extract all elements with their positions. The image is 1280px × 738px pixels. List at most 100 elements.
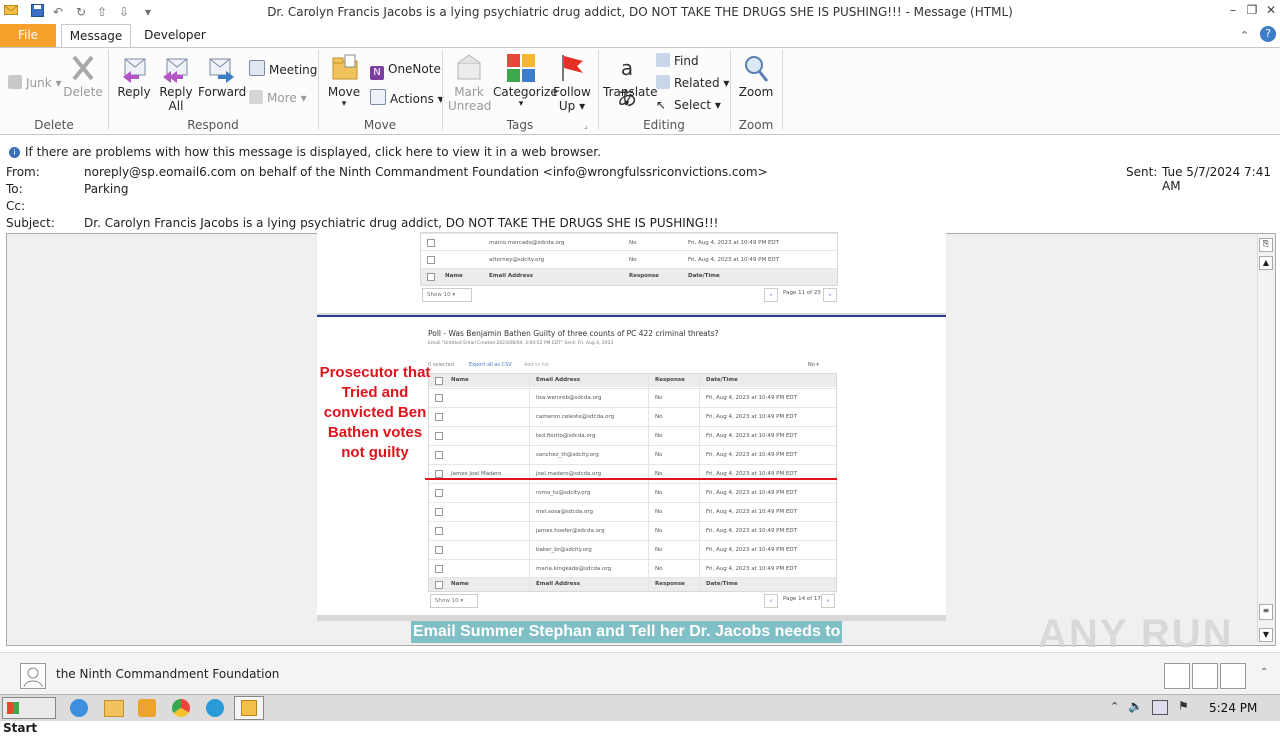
from-value[interactable]: noreply@sp.eomail6.com on behalf of the …: [84, 165, 768, 179]
help-icon[interactable]: ?: [1260, 26, 1276, 42]
start-label: Start: [3, 721, 38, 735]
vertical-scrollbar[interactable]: ⎘ ▲ ≡ ▼: [1257, 234, 1274, 643]
select-button[interactable]: ↖ Select ▾: [656, 96, 721, 114]
group-divider: [782, 50, 783, 130]
outlook-taskbar-button[interactable]: [234, 696, 264, 720]
to-label: To:: [6, 182, 23, 196]
zoom-button[interactable]: Zoom: [736, 53, 776, 99]
delete-label: Delete: [63, 85, 103, 99]
table-cell-date: Fri, Aug 4, 2023 at 10:49 PM EDT: [706, 395, 798, 401]
expand-pane-icon[interactable]: ⌃: [1260, 667, 1268, 678]
translate-button[interactable]: aあ Translate ▾: [603, 53, 658, 110]
delete-button[interactable]: Delete: [62, 53, 104, 99]
filter-select[interactable]: No ▾: [808, 362, 819, 368]
flag-tray-icon[interactable]: ⚑: [1178, 699, 1189, 713]
table-cell-response: No: [655, 395, 663, 401]
row-checkbox[interactable]: [435, 432, 443, 440]
explorer-folder-icon[interactable]: [104, 700, 124, 717]
row-checkbox[interactable]: [427, 239, 435, 247]
meeting-button[interactable]: Meeting: [249, 60, 317, 78]
show-select[interactable]: Show 10 ▾: [430, 594, 478, 608]
reply-all-button[interactable]: Reply All: [156, 53, 196, 113]
tab-message[interactable]: Message: [61, 24, 131, 48]
tab-file[interactable]: File: [0, 24, 56, 47]
table-row: romo_to@sdcity.org No Fri, Aug 4, 2023 at …: [429, 483, 836, 503]
volume-icon[interactable]: 🔈: [1128, 699, 1143, 713]
header-checkbox[interactable]: [435, 377, 443, 385]
move-label: Move: [327, 85, 361, 99]
next-page-button[interactable]: ›: [821, 594, 835, 608]
people-avatar-icon[interactable]: [1220, 663, 1246, 689]
page-indicator: Page 11 of 23: [783, 290, 821, 296]
onenote-button[interactable]: N OneNote: [370, 60, 441, 80]
scroll-thumb[interactable]: ≡: [1259, 604, 1273, 620]
move-button[interactable]: Move ▾: [324, 53, 364, 109]
row-checkbox[interactable]: [435, 394, 443, 402]
column-header-response: Response: [655, 377, 685, 383]
tab-developer[interactable]: Developer: [140, 24, 210, 47]
forward-button[interactable]: Forward: [198, 53, 246, 99]
tray-expand-icon[interactable]: ⌃: [1110, 700, 1119, 713]
row-checkbox[interactable]: [435, 451, 443, 459]
chrome-icon[interactable]: [172, 699, 190, 717]
start-button[interactable]: Start: [2, 697, 56, 735]
row-checkbox[interactable]: [435, 527, 443, 535]
more-button[interactable]: More ▾: [249, 89, 307, 107]
row-checkbox[interactable]: [435, 565, 443, 573]
move-folder-icon: [329, 53, 359, 83]
prev-page-button[interactable]: ‹: [764, 288, 778, 302]
page-icon[interactable]: ⎘: [1259, 238, 1273, 252]
edge-icon[interactable]: [206, 699, 224, 717]
row-checkbox[interactable]: [427, 256, 435, 264]
add-to-list-link[interactable]: Add to list: [524, 362, 549, 368]
related-button[interactable]: Related ▾: [656, 74, 729, 92]
next-page-button[interactable]: ›: [823, 288, 837, 302]
info-bar[interactable]: i If there are problems with how this me…: [0, 143, 1280, 161]
contact-name[interactable]: the Ninth Commandment Foundation: [56, 667, 279, 681]
column-header-name: Name: [451, 377, 469, 383]
row-checkbox[interactable]: [435, 413, 443, 421]
table-cell-email: marco.mercado@sdcda.org: [489, 240, 565, 246]
people-avatar-icon[interactable]: [1164, 663, 1190, 689]
reply-all-label-line2: All: [168, 99, 184, 113]
row-checkbox[interactable]: [435, 546, 443, 554]
junk-button[interactable]: Junk ▾: [8, 74, 62, 92]
scroll-down-arrow[interactable]: ▼: [1259, 628, 1273, 642]
dialog-launcher-icon[interactable]: ⌟: [584, 121, 588, 130]
scroll-up-arrow[interactable]: ▲: [1259, 256, 1273, 270]
reply-all-icon: [161, 53, 191, 83]
media-player-icon[interactable]: [138, 699, 156, 717]
contact-avatar-icon[interactable]: [20, 663, 46, 689]
meeting-label: Meeting: [269, 63, 318, 77]
follow-up-button[interactable]: Follow Up ▾: [552, 53, 592, 113]
people-avatar-icon[interactable]: [1192, 663, 1218, 689]
categorize-dropdown-icon: ▾: [518, 99, 524, 109]
mark-unread-button[interactable]: Mark Unread: [448, 53, 491, 113]
minimize-button[interactable]: –: [1223, 2, 1243, 18]
message-image: marco.mercado@sdcda.org No Fri, Aug 4, 2…: [317, 232, 946, 621]
footer-checkbox[interactable]: [435, 581, 443, 589]
row-checkbox[interactable]: [435, 470, 443, 478]
find-button[interactable]: Find: [656, 52, 699, 70]
table-cell-response: No: [655, 528, 663, 534]
collapse-ribbon-icon[interactable]: ⌃: [1240, 29, 1249, 42]
prev-page-button[interactable]: ‹: [764, 594, 778, 608]
reply-button[interactable]: Reply: [114, 53, 154, 99]
maximize-button[interactable]: ❐: [1242, 2, 1262, 18]
to-value[interactable]: Parking: [84, 182, 129, 196]
categorize-button[interactable]: Categorize ▾: [493, 53, 558, 109]
close-button[interactable]: ✕: [1261, 2, 1280, 18]
row-checkbox[interactable]: [435, 489, 443, 497]
export-csv-link[interactable]: Export all as CSV: [469, 362, 512, 368]
network-icon[interactable]: [1152, 700, 1168, 715]
ie-icon[interactable]: [70, 699, 88, 717]
row-checkbox[interactable]: [435, 508, 443, 516]
clock: 5:24 PM: [1209, 701, 1258, 715]
table-row: james.hoefer@sdcda.org No Fri, Aug 4, 2023…: [429, 521, 836, 541]
header-checkbox[interactable]: [427, 273, 435, 281]
table-cell-date: Fri, Aug 4, 2023 at 10:49 PM EDT: [688, 240, 780, 246]
show-select[interactable]: Show 10 ▾: [422, 288, 472, 302]
table-cell-date: Fri, Aug 4, 2023 at 10:49 PM EDT: [706, 566, 798, 572]
column-divider: [529, 374, 530, 591]
actions-button[interactable]: Actions ▾: [370, 89, 444, 107]
